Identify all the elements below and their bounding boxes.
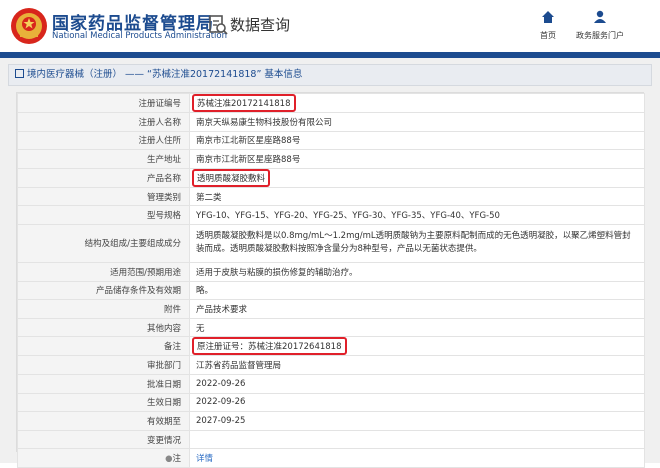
field-value: 适用于皮肤与粘膜的损伤修复的辅助治疗。 <box>189 261 645 282</box>
field-value: 透明质酸凝胶敷料是以0.8mg/mL～1.2mg/mL透明质酸钠为主要原料配制而… <box>189 223 645 263</box>
field-key: 结构及组成/主要组成成分 <box>17 223 190 263</box>
field-value: 第二类 <box>189 186 645 207</box>
field-key: 批准日期 <box>17 373 190 394</box>
field-key: 生效日期 <box>17 392 190 413</box>
highlight-box: 透明质酸凝胶敷料 <box>192 168 271 187</box>
field-key: 型号规格 <box>17 205 190 225</box>
table-row: 生产地址 南京市江北新区星座路88号 <box>17 149 645 169</box>
table-row: 结构及组成/主要组成成分 透明质酸凝胶敷料是以0.8mg/mL～1.2mg/mL… <box>17 223 645 263</box>
table-row: 有效期至 2027-09-25 <box>17 411 645 431</box>
table-row: 附件 产品技术要求 <box>17 299 645 319</box>
national-emblem-icon <box>11 8 47 44</box>
field-key: 管理类别 <box>17 186 190 207</box>
field-key: 生产地址 <box>17 149 190 169</box>
field-key: 附件 <box>17 299 190 319</box>
nav-home[interactable]: 首页 <box>518 10 578 41</box>
table-row: 适用范围/预期用途 适用于皮肤与粘膜的损伤修复的辅助治疗。 <box>17 261 645 282</box>
table-row: 注册证编号 苏械注准20172141818 <box>17 93 645 113</box>
field-key: 变更情况 <box>17 429 190 450</box>
agency-name-en: National Medical Products Administration <box>52 31 227 41</box>
table-row: 变更情况 <box>17 429 645 450</box>
field-value: 苏械注准20172141818 <box>189 93 645 113</box>
table-row: 注册人名称 南京天纵易康生物科技股份有限公司 <box>17 112 645 132</box>
field-key: 其他内容 <box>17 317 190 338</box>
field-value: 透明质酸凝胶敷料 <box>189 167 645 188</box>
field-value: 南京市江北新区星座路88号 <box>189 149 645 169</box>
table-row: 生效日期 2022-09-26 <box>17 392 645 413</box>
field-key: 注册证编号 <box>17 93 190 113</box>
table-row: 产品名称 透明质酸凝胶敷料 <box>17 167 645 188</box>
field-value: 详情 <box>189 448 645 468</box>
field-key: 有效期至 <box>17 411 190 431</box>
nav-service-label: 政务服务门户 <box>576 31 624 40</box>
table-row: 审批部门 江苏省药品监督管理局 <box>17 355 645 375</box>
field-value: 南京市江北新区星座路88号 <box>189 130 645 151</box>
field-value: 略。 <box>189 280 645 301</box>
breadcrumb-icon <box>15 69 24 78</box>
table-row: 管理类别 第二类 <box>17 186 645 207</box>
field-value: 南京天纵易康生物科技股份有限公司 <box>189 112 645 132</box>
data-search-icon <box>209 15 228 35</box>
field-key: 注册人住所 <box>17 130 190 151</box>
field-key: 产品储存条件及有效期 <box>17 280 190 301</box>
table-row: 注册人住所 南京市江北新区星座路88号 <box>17 130 645 151</box>
page-title: 数据查询 <box>230 16 291 34</box>
field-key: 注册人名称 <box>17 112 190 132</box>
nav-service-portal[interactable]: 政务服务门户 <box>570 10 630 41</box>
user-icon <box>594 10 606 23</box>
table-row: 产品储存条件及有效期 略。 <box>17 280 645 301</box>
field-value: 2022-09-26 <box>189 373 645 394</box>
field-value: 原注册证号：苏械注准20172641818 <box>189 336 645 357</box>
nav-home-label: 首页 <box>540 31 556 40</box>
field-key: 产品名称 <box>17 167 190 188</box>
table-row: 备注 原注册证号：苏械注准20172641818 <box>17 336 645 357</box>
detail-table: 注册证编号 苏械注准20172141818 注册人名称 南京天纵易康生物科技股份… <box>17 93 645 468</box>
highlight-box: 原注册证号：苏械注准20172641818 <box>192 337 347 356</box>
field-value: 无 <box>189 317 645 338</box>
field-key: 备注 <box>17 336 190 357</box>
site-header: 国家药品监督管理局 National Medical Products Admi… <box>0 0 660 52</box>
field-key: 审批部门 <box>17 355 190 375</box>
field-value: 2022-09-26 <box>189 392 645 413</box>
field-value <box>189 429 645 450</box>
table-row: 型号规格 YFG-10、YFG-15、YFG-20、YFG-25、YFG-30、… <box>17 205 645 225</box>
detail-panel: 注册证编号 苏械注准20172141818 注册人名称 南京天纵易康生物科技股份… <box>16 92 645 468</box>
field-key: ●注 <box>17 448 190 468</box>
highlight-box: 苏械注准20172141818 <box>192 94 296 112</box>
table-row: 批准日期 2022-09-26 <box>17 373 645 394</box>
home-icon <box>542 11 554 23</box>
field-value: YFG-10、YFG-15、YFG-20、YFG-25、YFG-30、YFG-3… <box>189 205 645 225</box>
field-value: 江苏省药品监督管理局 <box>189 355 645 375</box>
breadcrumb: 境内医疗器械（注册） —— “苏械注准20172141818” 基本信息 <box>8 64 652 86</box>
breadcrumb-text: 境内医疗器械（注册） —— “苏械注准20172141818” 基本信息 <box>27 69 303 80</box>
field-key: 适用范围/预期用途 <box>17 261 190 282</box>
field-value: 2027-09-25 <box>189 411 645 431</box>
field-value: 产品技术要求 <box>189 299 645 319</box>
table-row: 其他内容 无 <box>17 317 645 338</box>
table-row: ●注 详情 <box>17 448 645 468</box>
